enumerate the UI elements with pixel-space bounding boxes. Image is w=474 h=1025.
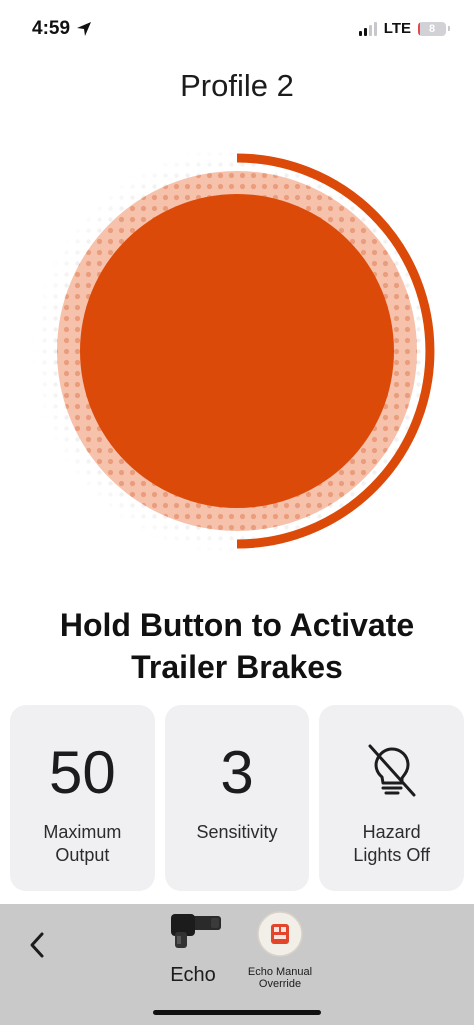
page-title: Profile 2 xyxy=(180,68,294,103)
status-bar: 4:59 LTE 8 xyxy=(0,0,474,60)
sensitivity-value: 3 xyxy=(220,739,254,806)
device-tab-echo-manual-override[interactable]: Echo Manual Override xyxy=(240,910,320,990)
device-tab-echo-label: Echo xyxy=(170,964,216,986)
maximum-output-card[interactable]: 50 Maximum Output xyxy=(10,705,155,891)
device-tab-echo[interactable]: Echo xyxy=(153,910,233,987)
brake-button-core[interactable] xyxy=(80,194,394,508)
manual-override-icon xyxy=(257,911,303,957)
echo-device-icon xyxy=(171,914,221,948)
hazard-lights-card[interactable]: Hazard Lights Off xyxy=(319,705,465,891)
battery-icon: 8 xyxy=(418,21,446,36)
chevron-left-icon[interactable] xyxy=(22,928,52,962)
status-indicators: LTE 8 xyxy=(358,20,450,37)
location-arrow-icon xyxy=(77,22,92,36)
bottom-bar: Echo Echo Manual Override xyxy=(0,904,474,1025)
network-type: LTE xyxy=(383,20,411,37)
hazard-lights-off-icon xyxy=(368,744,416,797)
instruction-text: Hold Button to Activate Trailer Brakes xyxy=(59,607,415,685)
maximum-output-value: 50 xyxy=(48,739,116,806)
trailer-brake-button[interactable] xyxy=(17,148,457,558)
hazard-lights-label: Hazard Lights Off xyxy=(353,822,431,865)
device-tab-override-label: Echo Manual Override xyxy=(247,966,313,990)
maximum-output-label: Maximum Output xyxy=(43,822,122,865)
sensitivity-label: Sensitivity xyxy=(196,822,278,842)
home-indicator xyxy=(153,1010,321,1015)
settings-cards: 50 Maximum Output 3 Sensitivity Hazard L… xyxy=(10,705,465,891)
status-time: 4:59 xyxy=(32,18,71,39)
status-time-group: 4:59 xyxy=(32,18,92,40)
sensitivity-card[interactable]: 3 Sensitivity xyxy=(164,705,310,891)
signal-strength-icon xyxy=(358,21,377,36)
battery-level: 8 xyxy=(428,22,436,35)
